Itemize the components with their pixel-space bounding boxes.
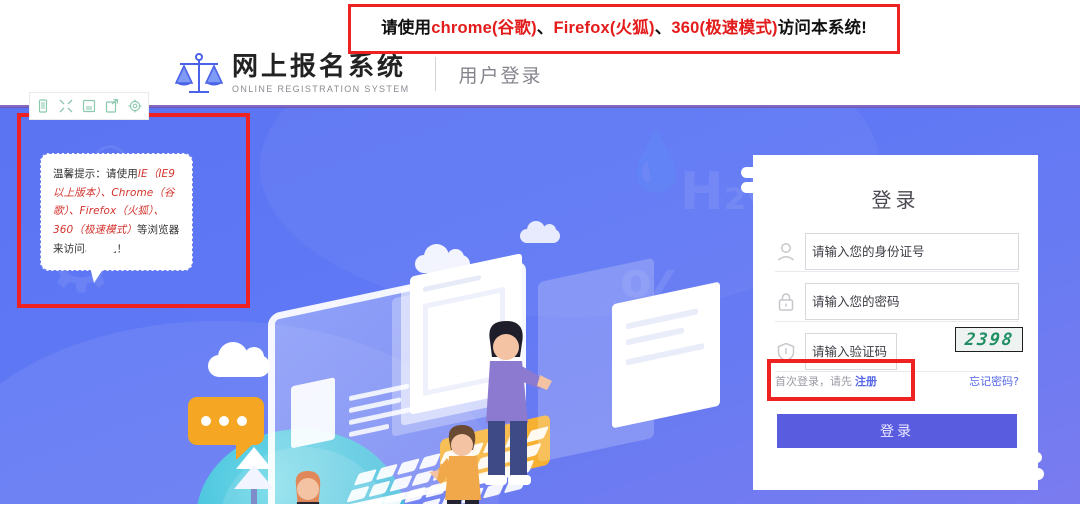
page-title: 用户登录	[458, 64, 543, 87]
tree-icon	[234, 447, 274, 511]
login-card: 登录 2398 首次登录，请先注册 忘记密码?	[753, 155, 1038, 490]
brand-divider	[435, 57, 437, 91]
share-icon[interactable]	[105, 99, 119, 113]
id-number-field-row	[775, 232, 1019, 272]
tip-prefix: 请使用	[106, 168, 138, 180]
notice-seg-360: 360(极速模式)	[671, 19, 778, 37]
monitor-card	[291, 377, 335, 449]
panel-card-illustration	[612, 281, 720, 429]
card-notch-top-left	[741, 167, 767, 193]
notice-seg-firefox: Firefox(火狐)	[553, 19, 655, 37]
cloud-icon	[208, 342, 270, 377]
panel-line	[626, 327, 684, 346]
notice-seg-0: 请使用	[381, 19, 432, 37]
browser-notice-text: 请使用chrome(谷歌)、Firefox(火狐)、360(极速模式)访问本系统…	[351, 14, 897, 38]
monitor-line	[349, 423, 389, 438]
notice-seg-chrome: chrome(谷歌)	[431, 19, 537, 37]
panel-line	[626, 342, 704, 366]
browser-notice-banner: 请使用chrome(谷歌)、Firefox(火狐)、360(极速模式)访问本系统…	[348, 4, 900, 54]
cloud-icon	[520, 221, 560, 243]
page-footer-strip	[0, 504, 1080, 511]
balance-scales-icon	[175, 53, 223, 93]
id-number-input[interactable]	[805, 233, 1019, 270]
user-icon	[778, 242, 794, 261]
person-man-pointing-illustration	[484, 321, 552, 485]
chat-dots	[201, 416, 247, 426]
register-annotation-box	[767, 359, 915, 401]
notice-seg-2: 、	[536, 19, 554, 37]
captcha-code-text: 2398	[963, 329, 1015, 350]
brand-logo[interactable]: 网上报名系统 ONLINE REGISTRATION SYSTEM 用户登录	[175, 52, 542, 96]
save-icon[interactable]	[82, 99, 96, 113]
document-line	[423, 274, 481, 293]
header-separator	[0, 105, 1080, 108]
card-notch-bottom-right	[1018, 452, 1044, 482]
forgot-password-link[interactable]: 忘记密码?	[969, 373, 1019, 389]
gear-icon[interactable]	[128, 99, 142, 113]
panel-line	[626, 308, 698, 330]
fullscreen-icon[interactable]	[59, 99, 73, 113]
password-field-row	[775, 282, 1019, 322]
notice-seg-6: 访问本系统!	[777, 19, 867, 37]
login-title: 登录	[871, 188, 920, 212]
capture-toolbar[interactable]	[29, 92, 149, 120]
chat-bubble-decoration	[188, 397, 264, 460]
lock-icon	[778, 292, 794, 311]
tip-label: 温馨提示：	[53, 168, 106, 180]
captcha-image[interactable]: 2398	[955, 327, 1023, 352]
password-input[interactable]	[805, 283, 1019, 320]
brand-title-cn: 网上报名系统	[232, 52, 407, 83]
notice-seg-4: 、	[654, 19, 672, 37]
tip-bubble-tail	[84, 243, 120, 283]
brand-title-en: ONLINE REGISTRATION SYSTEM	[232, 83, 410, 94]
login-submit-button[interactable]: 登录	[777, 414, 1017, 448]
mobile-icon[interactable]	[36, 99, 50, 113]
